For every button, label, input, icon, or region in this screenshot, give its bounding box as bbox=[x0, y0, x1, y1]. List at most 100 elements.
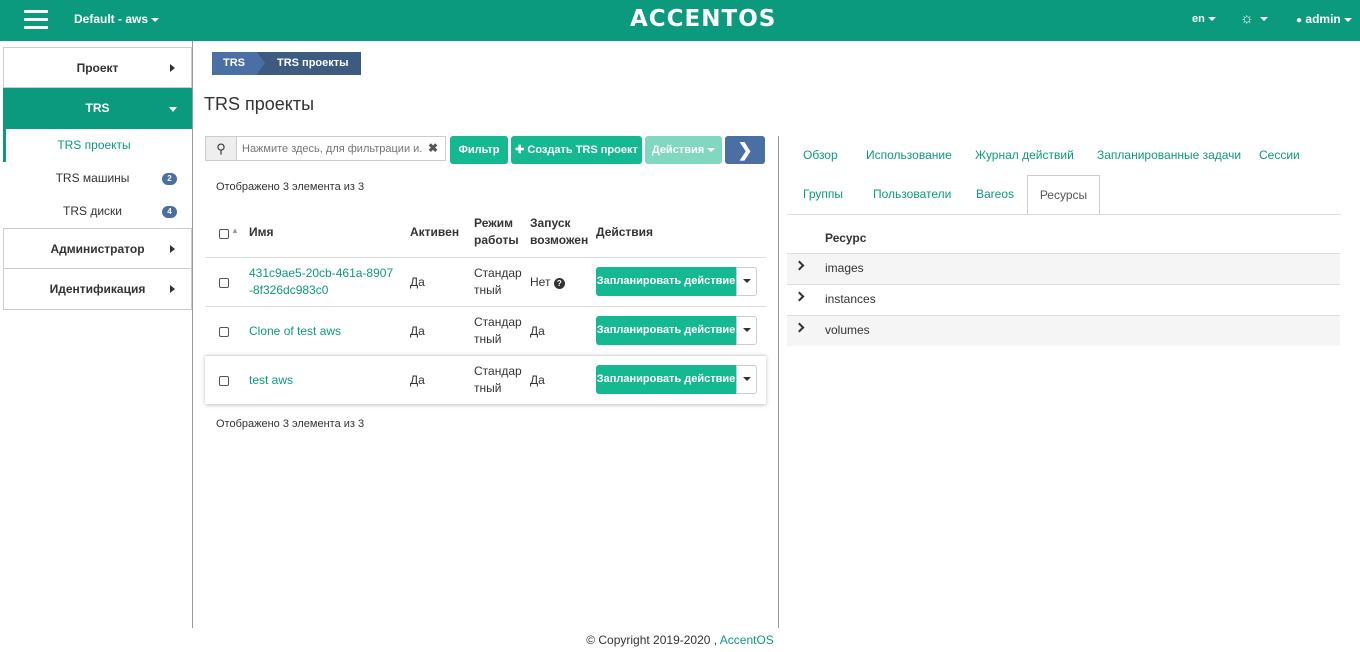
sidebar-item-label: TRS bbox=[85, 101, 110, 115]
search-icon: ⚲ bbox=[206, 137, 237, 160]
schedule-action-button[interactable]: Запланировать действие bbox=[596, 267, 736, 296]
sidebar-item-label: TRS машины bbox=[55, 171, 130, 185]
schedule-action-button[interactable]: Запланировать действие bbox=[596, 316, 736, 345]
chevron-down-icon bbox=[742, 327, 751, 332]
tab-bareos[interactable]: Bareos bbox=[976, 187, 1014, 201]
top-navbar: Default - aws ACCENTOS en ☼ ● admin bbox=[0, 0, 1360, 41]
search-box: ⚲ ✖ bbox=[205, 136, 446, 161]
language-selector[interactable]: en bbox=[1192, 13, 1216, 25]
sidebar-item-label: Администратор bbox=[50, 242, 145, 256]
column-header-actions: Действия bbox=[596, 225, 654, 239]
tab-scheduled-tasks[interactable]: Запланированные задачи bbox=[1097, 148, 1241, 162]
create-label: Создать TRS проект bbox=[527, 144, 638, 156]
chevron-right-icon[interactable] bbox=[794, 322, 805, 333]
sidebar-item-label: Проект bbox=[76, 61, 119, 75]
count-text-bottom: Отображено 3 элемента из 3 bbox=[216, 418, 365, 430]
sidebar-item-trs[interactable]: TRS bbox=[3, 88, 192, 129]
filter-button[interactable]: Фильтр bbox=[450, 136, 508, 164]
user-menu[interactable]: ● admin bbox=[1296, 12, 1352, 26]
mode-line: тный bbox=[474, 381, 502, 395]
copyright-text: © Copyright 2019-2020 , bbox=[586, 633, 718, 647]
sidebar: Проект TRS TRS проекты TRS машины 2 TRS д… bbox=[3, 47, 192, 310]
active-cell: Да bbox=[410, 275, 425, 289]
sidebar-divider bbox=[192, 41, 193, 628]
actions-dropdown-button[interactable]: Действия bbox=[645, 136, 722, 164]
footer: © Copyright 2019-2020 , AccentOS bbox=[0, 633, 1360, 647]
resource-row[interactable]: images bbox=[787, 253, 1340, 284]
tab-resources[interactable]: Ресурсы bbox=[1027, 175, 1100, 215]
row-checkbox[interactable] bbox=[219, 376, 229, 386]
action-dropdown-toggle[interactable] bbox=[736, 316, 757, 345]
sort-icon[interactable]: ▲ bbox=[231, 226, 239, 235]
theme-menu[interactable]: ☼ bbox=[1240, 10, 1268, 27]
tab-log[interactable]: Журнал действий bbox=[975, 148, 1074, 162]
mode-line: Стандар bbox=[474, 364, 522, 378]
chevron-right-icon bbox=[170, 245, 175, 253]
page-title: TRS проекты bbox=[204, 94, 315, 114]
breadcrumb-item-trs[interactable]: TRS bbox=[212, 52, 265, 75]
question-icon[interactable]: ? bbox=[553, 278, 565, 289]
row-checkbox[interactable] bbox=[219, 327, 229, 337]
schedule-action-button[interactable]: Запланировать действие bbox=[596, 365, 736, 394]
name-line: -8f326dc983c0 bbox=[249, 283, 329, 297]
header-line: Запуск bbox=[530, 216, 571, 230]
sidebar-item-project[interactable]: Проект bbox=[3, 47, 192, 88]
launch-value: Нет bbox=[530, 275, 551, 289]
chevron-down-icon bbox=[742, 278, 751, 283]
sidebar-item-identity[interactable]: Идентификация bbox=[3, 269, 192, 310]
mode-line: Стандар bbox=[474, 266, 522, 280]
chevron-down-icon bbox=[151, 17, 160, 22]
action-dropdown-toggle[interactable] bbox=[736, 365, 757, 394]
resource-row[interactable]: volumes bbox=[787, 315, 1340, 346]
plus-icon: ✚ bbox=[515, 144, 528, 156]
tab-sessions[interactable]: Сессии bbox=[1259, 148, 1300, 162]
table-row: test aws Да Стандар тный Да Запланировать… bbox=[205, 355, 766, 404]
breadcrumb-item-trs-projects: TRS проекты bbox=[257, 52, 361, 75]
table-row: 431c9ae5-20cb-461a-8907 -8f326dc983c0 Да … bbox=[205, 257, 766, 306]
panel-divider[interactable] bbox=[778, 136, 779, 628]
tab-users[interactable]: Пользователи bbox=[873, 187, 951, 201]
mode-cell: Стандар тный bbox=[474, 363, 522, 397]
column-header-launch[interactable]: Запуск возможен bbox=[530, 215, 588, 249]
header-line: работы bbox=[474, 233, 519, 247]
create-trs-project-button[interactable]: ✚ Создать TRS проект bbox=[511, 136, 642, 164]
tab-usage[interactable]: Использование bbox=[866, 148, 952, 162]
project-link[interactable]: Clone of test aws bbox=[249, 323, 341, 340]
chevron-right-icon[interactable] bbox=[794, 291, 805, 302]
schedule-action-split-button: Запланировать действие bbox=[596, 365, 757, 394]
active-cell: Да bbox=[410, 373, 425, 387]
project-name: Default - aws bbox=[74, 12, 149, 26]
resource-row[interactable]: instances bbox=[787, 284, 1340, 315]
action-dropdown-toggle[interactable] bbox=[736, 267, 757, 296]
column-header-name[interactable]: Имя bbox=[249, 224, 274, 241]
table-row: Clone of test aws Да Стандар тный Да Запл… bbox=[205, 306, 766, 355]
project-link[interactable]: test aws bbox=[249, 372, 293, 389]
row-checkbox[interactable] bbox=[219, 278, 229, 288]
select-all-checkbox[interactable] bbox=[219, 229, 229, 239]
chevron-right-icon bbox=[170, 64, 175, 72]
chevron-right-icon[interactable] bbox=[794, 260, 805, 271]
project-selector[interactable]: Default - aws bbox=[74, 12, 160, 26]
mode-line: тный bbox=[474, 283, 502, 297]
sidebar-item-trs-projects[interactable]: TRS проекты bbox=[3, 129, 192, 162]
launch-cell: Да bbox=[530, 373, 545, 387]
search-input[interactable] bbox=[237, 137, 422, 160]
sidebar-item-trs-disks[interactable]: TRS диски 4 bbox=[3, 195, 192, 228]
actions-label: Действия bbox=[651, 144, 705, 156]
count-text-top: Отображено 3 элемента из 3 bbox=[216, 181, 365, 193]
expand-panel-button[interactable]: ❯ bbox=[725, 136, 765, 164]
column-header-active[interactable]: Активен bbox=[410, 224, 459, 241]
tab-overview[interactable]: Обзор bbox=[803, 148, 838, 162]
chevron-down-icon bbox=[1207, 17, 1216, 22]
sidebar-item-admin[interactable]: Администратор bbox=[3, 228, 192, 269]
count-badge: 2 bbox=[162, 173, 177, 185]
tab-groups[interactable]: Группы bbox=[803, 187, 843, 201]
active-cell: Да bbox=[410, 324, 425, 338]
menu-toggle-icon[interactable] bbox=[24, 10, 48, 30]
column-header-mode[interactable]: Режим работы bbox=[474, 215, 519, 249]
project-link[interactable]: 431c9ae5-20cb-461a-8907 -8f326dc983c0 bbox=[249, 265, 393, 299]
header-line: возможен bbox=[530, 233, 589, 247]
clear-icon[interactable]: ✖ bbox=[422, 137, 444, 160]
footer-link[interactable]: AccentOS bbox=[720, 633, 774, 647]
sidebar-item-trs-machines[interactable]: TRS машины 2 bbox=[3, 162, 192, 195]
